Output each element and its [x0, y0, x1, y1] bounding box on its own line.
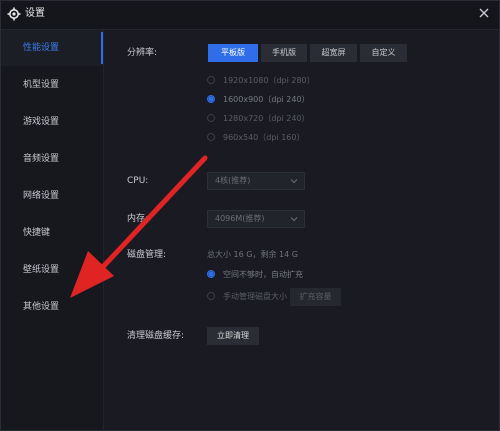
- gear-icon: [7, 7, 21, 21]
- disk-size-info: 总大小 16 G，剩余 14 G: [207, 250, 298, 259]
- resolution-option-label: 1600x900（dpi 240）: [223, 95, 310, 104]
- resolution-option-label: 1920x1080（dpi 280）: [223, 76, 315, 85]
- sidebar-item-shortcuts[interactable]: 快捷键: [1, 215, 103, 251]
- radio-button-selected[interactable]: [207, 95, 215, 103]
- clear-cache-label: 清理磁盘缓存:: [127, 331, 185, 341]
- chevron-down-icon: [290, 217, 298, 222]
- disk-option-label: 空间不够时，自动扩充: [223, 270, 303, 279]
- resolution-option-label: 1280x720（dpi 240）: [223, 114, 310, 123]
- sidebar-item-network[interactable]: 网络设置: [1, 178, 103, 214]
- settings-content: 分辨率: 平板版 手机版 超宽屏 自定义 1920x1080（dpi 280） …: [104, 30, 499, 430]
- expand-capacity-button[interactable]: 扩充容量: [290, 288, 341, 306]
- resolution-option-label: 960x540（dpi 160）: [223, 133, 305, 142]
- tab-ultrawide[interactable]: 超宽屏: [310, 44, 357, 62]
- resolution-label: 分辨率:: [127, 48, 158, 58]
- cpu-select-value: 4核(推荐): [215, 176, 251, 185]
- sidebar-item-wallpaper[interactable]: 壁纸设置: [1, 252, 103, 288]
- disk-option-label: 手动管理磁盘大小: [223, 292, 287, 301]
- cpu-select[interactable]: 4核(推荐): [207, 172, 305, 190]
- clear-cache-button[interactable]: 立即清理: [207, 327, 259, 345]
- close-icon[interactable]: [477, 6, 491, 20]
- disk-label: 磁盘管理:: [127, 250, 167, 260]
- tab-tablet[interactable]: 平板版: [208, 44, 258, 62]
- sidebar-item-audio[interactable]: 音频设置: [1, 141, 103, 177]
- radio-button[interactable]: [207, 292, 215, 300]
- settings-window: 设置 性能设置 机型设置 游戏设置 音频设置 网络设置 快捷键 壁纸设置 其他设…: [0, 0, 500, 431]
- sidebar-item-device-model[interactable]: 机型设置: [1, 67, 103, 103]
- radio-button[interactable]: [207, 133, 215, 141]
- radio-button-selected[interactable]: [207, 270, 215, 278]
- settings-sidebar: 性能设置 机型设置 游戏设置 音频设置 网络设置 快捷键 壁纸设置 其他设置: [1, 30, 104, 430]
- cpu-label: CPU:: [127, 176, 149, 186]
- tab-custom[interactable]: 自定义: [360, 44, 407, 62]
- sidebar-item-game[interactable]: 游戏设置: [1, 104, 103, 140]
- chevron-down-icon: [290, 179, 298, 184]
- sidebar-item-performance[interactable]: 性能设置: [1, 30, 103, 66]
- title-bar: 设置: [1, 1, 499, 30]
- memory-select-value: 4096M(推荐): [215, 214, 265, 223]
- memory-label: 内存:: [127, 214, 149, 224]
- radio-button[interactable]: [207, 114, 215, 122]
- tab-phone[interactable]: 手机版: [261, 44, 307, 62]
- radio-button[interactable]: [207, 76, 215, 84]
- sidebar-item-other[interactable]: 其他设置: [1, 289, 103, 325]
- memory-select[interactable]: 4096M(推荐): [207, 210, 305, 228]
- window-title: 设置: [25, 8, 45, 19]
